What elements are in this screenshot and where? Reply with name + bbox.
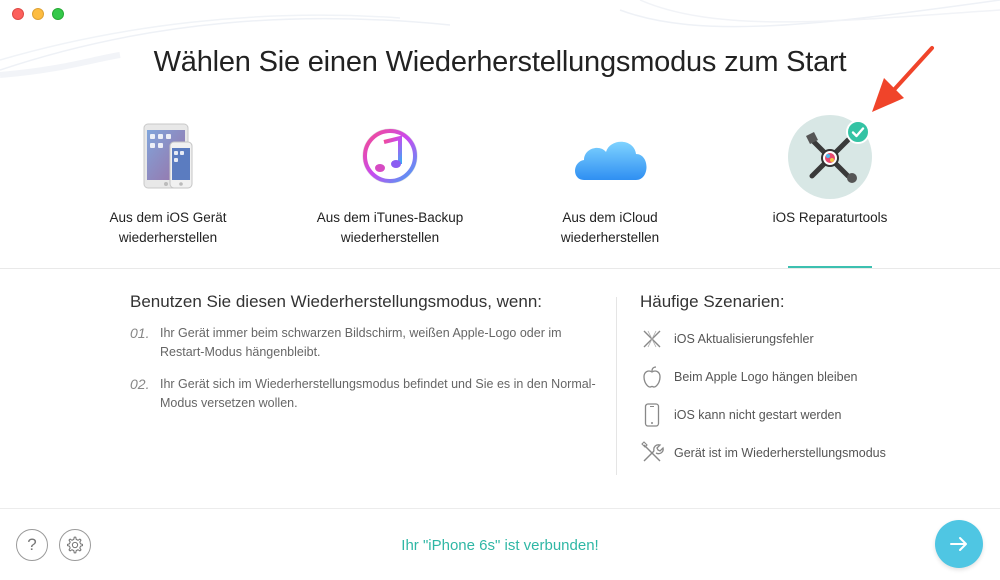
step-text: Ihr Gerät sich im Wiederherstellungsmodu… [160,377,596,410]
page-title: Wählen Sie einen Wiederherstellungsmodus… [153,46,847,78]
mode-itunes-backup[interactable]: Aus dem iTunes-Backup wiederherstellen [290,110,490,268]
usage-step: 02. Ihr Gerät sich im Wiederherstellungs… [130,375,600,413]
usage-heading: Benutzen Sie diesen Wiederherstellungsmo… [130,292,543,311]
scenario-text: iOS Aktualisierungsfehler [674,332,814,346]
mode-ios-device[interactable]: Aus dem iOS Gerät wiederherstellen [68,110,268,268]
update-error-icon [640,327,664,351]
itunes-icon [342,110,438,206]
section-divider [0,268,1000,269]
mode-label: Aus dem iCloud wiederherstellen [560,210,660,245]
scenario-text: iOS kann nicht gestart werden [674,408,842,422]
scenarios-panel: Häufige Szenarien: iOS Aktualisierungsfe… [640,292,970,478]
connection-status: Ihr "iPhone 6s" ist verbunden! [401,537,599,554]
recovery-mode-list: Aus dem iOS Gerät wiederherstellen Aus d… [0,110,1000,270]
ios-device-icon [120,110,216,206]
tools-icon [640,441,664,465]
mode-label: Aus dem iOS Gerät wiederherstellen [109,210,227,245]
usage-step: 01. Ihr Gerät immer beim schwarzen Bilds… [130,324,600,362]
scenario-item: Gerät ist im Wiederherstellungsmodus [640,440,970,466]
step-number: 02. [130,376,150,392]
apple-logo-icon [640,365,664,389]
arrow-right-icon [950,537,967,551]
annotation-arrow-icon [872,46,934,112]
maximize-window-button[interactable] [52,8,64,20]
mode-label: iOS Reparaturtools [772,210,888,225]
mode-label: Aus dem iTunes-Backup wiederherstellen [316,210,464,245]
icloud-icon [562,110,658,206]
step-text: Ihr Gerät immer beim schwarzen Bildschir… [160,326,562,359]
next-button[interactable] [935,520,983,568]
check-badge-icon [846,120,870,144]
app-window: Wählen Sie einen Wiederherstellungsmodus… [0,0,1000,580]
scenario-item: iOS Aktualisierungsfehler [640,326,970,352]
scenario-item: iOS kann nicht gestart werden [640,402,970,428]
scenario-text: Beim Apple Logo hängen bleiben [674,370,858,384]
mode-ios-repair-tools[interactable]: iOS Reparaturtools [730,110,930,268]
footer-divider [0,508,1000,509]
mode-icloud[interactable]: Aus dem iCloud wiederherstellen [510,110,710,268]
scenarios-heading: Häufige Szenarien: [640,292,785,311]
minimize-window-button[interactable] [32,8,44,20]
scenario-text: Gerät ist im Wiederherstellungsmodus [674,446,886,460]
repair-tools-icon [782,110,878,206]
usage-panel: Benutzen Sie diesen Wiederherstellungsmo… [130,292,600,426]
vertical-divider [616,297,617,475]
phone-icon [640,403,664,427]
step-number: 01. [130,325,150,341]
window-controls [12,8,64,20]
close-window-button[interactable] [12,8,24,20]
scenario-item: Beim Apple Logo hängen bleiben [640,364,970,390]
